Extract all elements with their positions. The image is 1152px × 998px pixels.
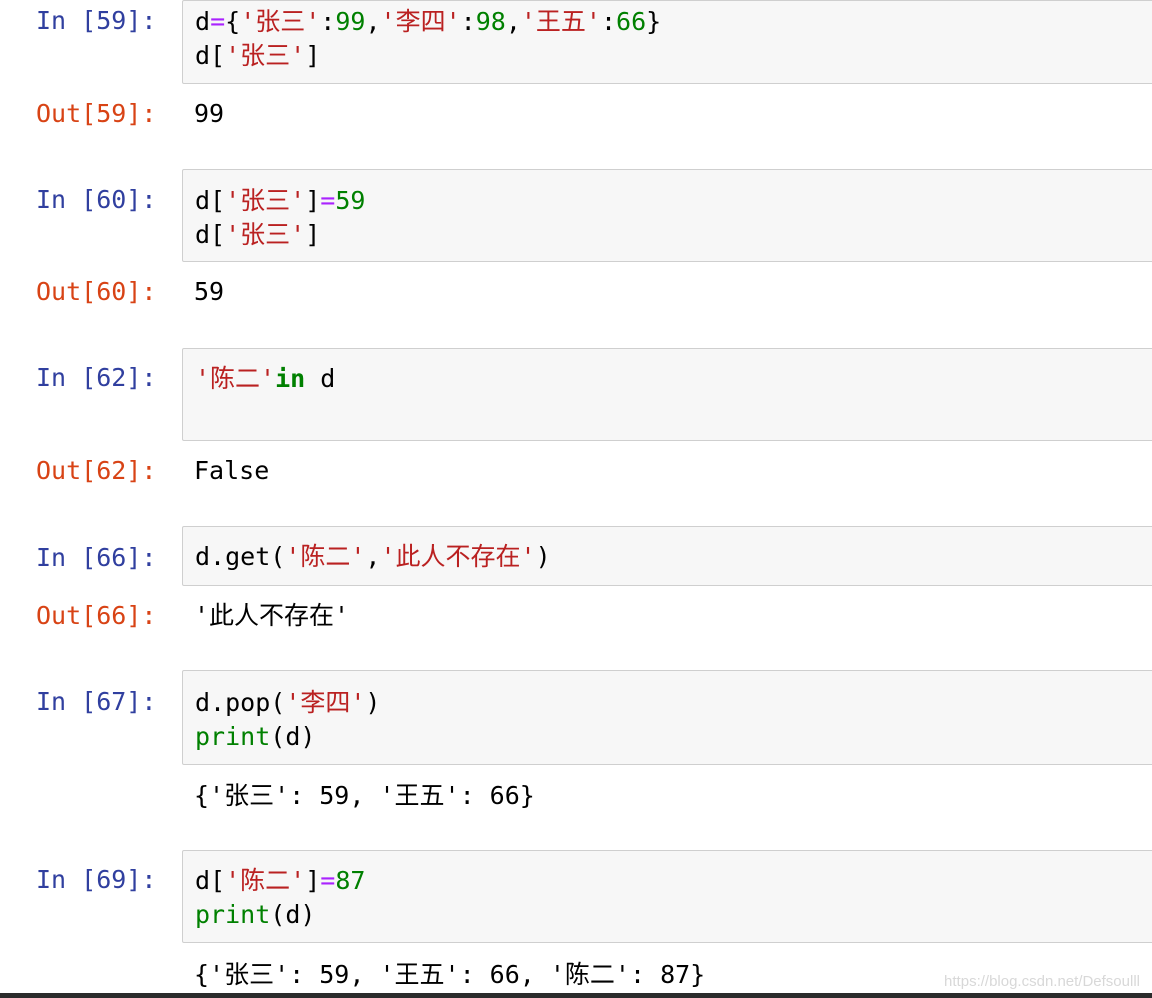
code-token: ] (305, 41, 321, 70)
code-line: d={'张三':99,'李四':98,'王五':66} (195, 5, 1149, 39)
input-prompt-60: In [60]: (36, 185, 157, 214)
input-prompt-66: In [66]: (36, 543, 157, 572)
code-token: d (195, 7, 211, 36)
code-token-str: '李四' (285, 688, 366, 717)
code-token-num: 98 (475, 7, 506, 36)
input-prompt-67: In [67]: (36, 687, 157, 716)
code-line: d['陈二']=87 (195, 864, 1149, 898)
code-token-str: '张三' (225, 41, 306, 70)
cell-stdout-69: {'张三': 59, '王五': 66, '陈二': 87} (194, 960, 706, 989)
code-token: d[ (195, 41, 226, 70)
code-line: d.pop('李四') (195, 686, 1149, 720)
code-token: ) (535, 542, 551, 571)
code-token: } (646, 7, 662, 36)
code-token: , (365, 7, 381, 36)
cell-output-62: False (194, 456, 270, 485)
code-token-num: 59 (335, 186, 366, 215)
code-cell-62[interactable]: '陈二'in d (182, 348, 1152, 441)
code-token: : (320, 7, 336, 36)
code-token-op: = (320, 866, 336, 895)
code-token: d.pop( (195, 688, 286, 717)
code-token: d[ (195, 186, 226, 215)
watermark: https://blog.csdn.net/Defsoulll (944, 973, 1140, 990)
code-token-op: = (320, 186, 336, 215)
code-line: print(d) (195, 720, 1149, 754)
code-token-str: '李四' (380, 7, 461, 36)
code-token-num: 66 (616, 7, 647, 36)
code-token: d (305, 364, 336, 393)
code-token-op: = (210, 7, 226, 36)
code-token-str: '王五' (520, 7, 601, 36)
code-token: d.get( (195, 542, 286, 571)
code-token-num: 87 (335, 866, 366, 895)
code-cell-60[interactable]: d['张三']=59 d['张三'] (182, 169, 1152, 262)
input-prompt-62: In [62]: (36, 363, 157, 392)
code-token-str: '张三' (225, 186, 306, 215)
code-token: { (225, 7, 241, 36)
cell-stdout-67: {'张三': 59, '王五': 66} (194, 781, 535, 810)
code-token-num: 99 (335, 7, 366, 36)
code-token-bi: print (195, 722, 271, 751)
output-prompt-59: Out[59]: (36, 99, 157, 128)
input-prompt-59: In [59]: (36, 6, 157, 35)
code-token: d[ (195, 220, 226, 249)
code-token-str: '陈二' (285, 542, 366, 571)
code-line: d.get('陈二','此人不存在') (195, 540, 1149, 574)
output-prompt-62: Out[62]: (36, 456, 157, 485)
code-token: ) (365, 688, 381, 717)
code-token: : (600, 7, 617, 36)
code-token-str: '陈二' (225, 866, 306, 895)
code-cell-66[interactable]: d.get('陈二','此人不存在') (182, 526, 1152, 586)
code-line: d['张三'] (195, 39, 1149, 73)
code-token: , (365, 542, 381, 571)
code-token: (d) (270, 722, 316, 751)
code-token-str: '张三' (240, 7, 321, 36)
code-token: ] (305, 186, 321, 215)
code-line: '陈二'in d (195, 362, 1149, 396)
code-token: ] (305, 220, 321, 249)
code-line: print(d) (195, 898, 1149, 932)
code-token-str: '张三' (225, 220, 306, 249)
code-token-kw: in (275, 364, 306, 393)
code-token: d[ (195, 866, 226, 895)
code-cell-67[interactable]: d.pop('李四') print(d) (182, 670, 1152, 765)
code-token: ] (305, 866, 321, 895)
cell-output-66: '此人不存在' (194, 601, 350, 630)
code-cell-69[interactable]: d['陈二']=87 print(d) (182, 850, 1152, 943)
code-token: (d) (270, 900, 316, 929)
code-line: d['张三'] (195, 218, 1149, 252)
code-cell-59[interactable]: d={'张三':99,'李四':98,'王五':66} d['张三'] (182, 0, 1152, 84)
cell-output-60: 59 (194, 277, 225, 306)
bottom-edge-bar (0, 993, 1152, 998)
code-token-bi: print (195, 900, 271, 929)
code-token-str: '此人不存在' (380, 542, 536, 571)
input-prompt-69: In [69]: (36, 865, 157, 894)
output-prompt-60: Out[60]: (36, 277, 157, 306)
code-token: , (505, 7, 521, 36)
output-prompt-66: Out[66]: (36, 601, 157, 630)
cell-output-59: 99 (194, 99, 225, 128)
code-line: d['张三']=59 (195, 184, 1149, 218)
code-token: : (460, 7, 476, 36)
code-token-str: '陈二' (195, 364, 276, 393)
